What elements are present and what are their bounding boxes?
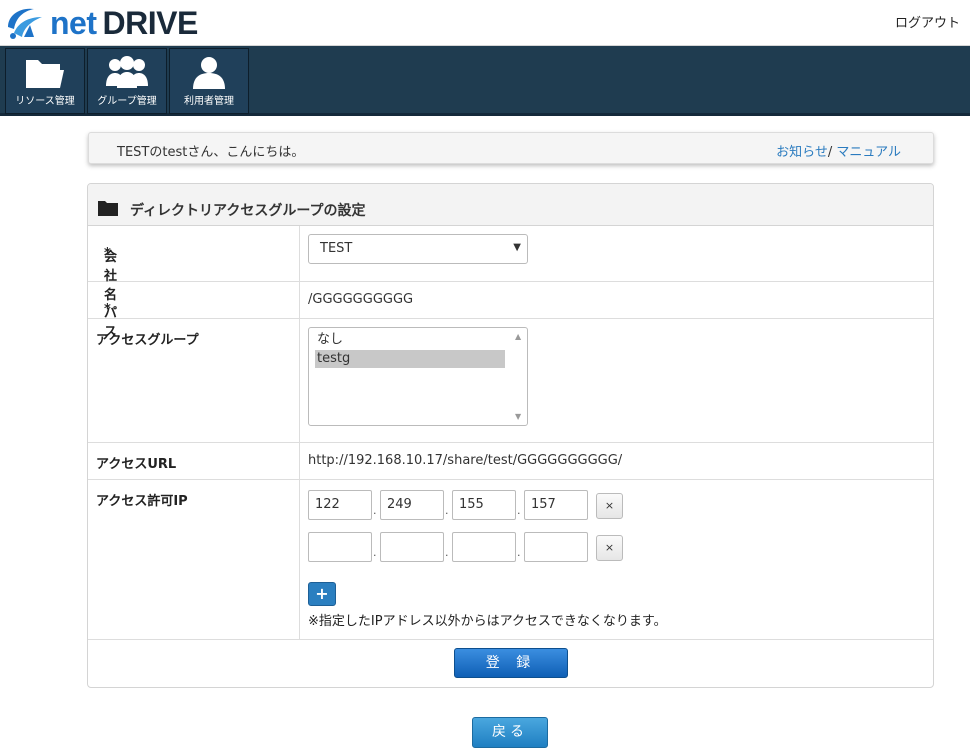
access-group-option-none[interactable]: なし	[315, 331, 505, 349]
remove-ip-button[interactable]: ×	[596, 535, 623, 561]
nav-item-group[interactable]: グループ管理	[87, 48, 167, 114]
ip1-octet3-input[interactable]: 155	[452, 490, 516, 520]
allowed-ip-row: アクセス許可IP 122 . 249 . 155 . 157 × . . . ×…	[88, 480, 933, 640]
ip-dot: .	[517, 504, 521, 517]
ip-dot: .	[373, 546, 377, 559]
required-mark: *	[104, 302, 111, 317]
main-navbar: リソース管理 グループ管理 利用者管理	[0, 46, 970, 116]
caret-down-icon: ▼	[513, 242, 521, 253]
nav-label-resource: リソース管理	[15, 96, 75, 107]
ip2-octet2-input[interactable]	[380, 532, 444, 562]
scroll-up-icon[interactable]: ▲	[515, 332, 521, 341]
user-icon	[170, 55, 248, 91]
register-button[interactable]: 登 録	[454, 648, 568, 678]
access-url-value: http://192.168.10.17/share/test/GGGGGGGG…	[308, 453, 623, 468]
company-select[interactable]: TEST ▼	[308, 234, 528, 264]
ip2-octet1-input[interactable]	[308, 532, 372, 562]
add-ip-button[interactable]: +	[308, 582, 336, 606]
logo-text: net DRIVE	[50, 5, 198, 42]
company-selected-value: TEST	[320, 241, 353, 256]
listbox-scrollbar[interactable]: ▲ ▼	[512, 329, 526, 424]
access-group-listbox[interactable]: なし testg ▲ ▼	[308, 327, 528, 426]
panel-header: ディレクトリアクセスグループの設定	[88, 184, 933, 226]
news-link[interactable]: お知らせ	[776, 145, 828, 160]
nav-label-user: 利用者管理	[184, 96, 234, 107]
logo-drive: DRIVE	[102, 4, 199, 41]
settings-panel: ディレクトリアクセスグループの設定 会社名 * TEST ▼ パス * /GGGGG…	[87, 183, 934, 688]
ip2-octet4-input[interactable]	[524, 532, 588, 562]
path-row: パス * /GGGGGGGGGG	[88, 282, 933, 340]
nav-item-resource[interactable]: リソース管理	[5, 48, 85, 114]
logout-link[interactable]: ログアウト	[895, 12, 960, 31]
ip-note: ※指定したIPアドレス以外からはアクセスできなくなります。	[308, 614, 667, 629]
company-row: 会社名 * TEST ▼	[88, 226, 933, 303]
logo-swoosh-icon	[8, 8, 42, 39]
ip-dot: .	[517, 546, 521, 559]
panel-title: ディレクトリアクセスグループの設定	[130, 203, 366, 219]
users-group-icon	[88, 55, 166, 91]
access-group-label: アクセスグループ	[96, 333, 199, 348]
ip-dot: .	[373, 504, 377, 517]
nav-item-user[interactable]: 利用者管理	[169, 48, 249, 114]
top-bar: net DRIVE ログアウト	[0, 0, 970, 46]
access-url-label: アクセスURL	[96, 457, 177, 472]
ip1-octet2-input[interactable]: 249	[380, 490, 444, 520]
required-mark: *	[104, 246, 111, 261]
allowed-ip-label: アクセス許可IP	[96, 494, 188, 509]
ip1-octet1-input[interactable]: 122	[308, 490, 372, 520]
greeting-bar: TESTのtestさん、こんにちは。 お知らせ/ マニュアル	[88, 132, 934, 164]
back-button[interactable]: 戻る	[472, 717, 548, 748]
ip2-octet3-input[interactable]	[452, 532, 516, 562]
path-value: /GGGGGGGGGG	[308, 292, 414, 307]
scroll-down-icon[interactable]: ▼	[515, 412, 521, 421]
logo-net: net	[50, 4, 97, 41]
ip1-octet4-input[interactable]: 157	[524, 490, 588, 520]
greeting-text: TESTのtestさん、こんにちは。	[117, 145, 305, 160]
folder-icon	[6, 55, 84, 91]
access-url-row: アクセスURL http://192.168.10.17/share/test/…	[88, 443, 933, 480]
access-group-option-testg[interactable]: testg	[315, 350, 505, 368]
ip-dot: .	[445, 504, 449, 517]
nav-label-group: グループ管理	[97, 96, 157, 107]
access-group-row: アクセスグループ なし testg ▲ ▼	[88, 319, 933, 443]
manual-link[interactable]: マニュアル	[836, 145, 901, 160]
ip-dot: .	[445, 546, 449, 559]
remove-ip-button[interactable]: ×	[596, 493, 623, 519]
folder-icon	[98, 200, 118, 220]
greeting-links: お知らせ/ マニュアル	[776, 141, 901, 160]
netdrive-logo[interactable]: net DRIVE	[4, 2, 198, 44]
